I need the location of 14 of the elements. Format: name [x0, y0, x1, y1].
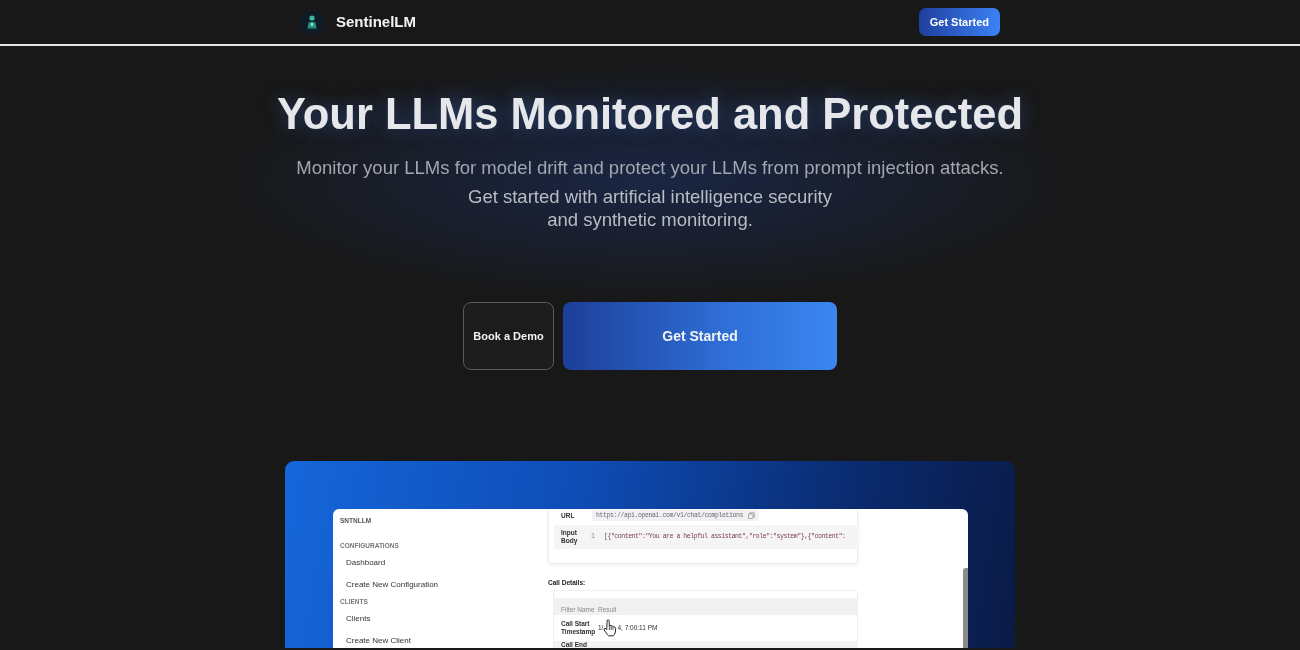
hero-subtitle: Monitor your LLMs for model drift and protect your LLMs from prompt injection attacks. — [295, 156, 1005, 180]
demo-button[interactable]: Book a Demo — [463, 302, 554, 370]
logo-icon — [300, 10, 324, 34]
copy-icon — [748, 512, 756, 519]
sidebar-item: Create New Configuration — [345, 580, 440, 590]
get-started-button[interactable]: Get Started — [563, 302, 837, 370]
hero-tagline: Get started with artificial intelligence security and synthetic monitoring. — [467, 185, 833, 231]
sidebar-item: Dashboard — [345, 558, 387, 568]
brand-name: SentinelLM — [336, 11, 416, 32]
hero-title: Your LLMs Monitored and Protected — [276, 89, 1024, 139]
hand-cursor-icon — [603, 619, 618, 637]
get-started-button[interactable]: Get Started — [918, 8, 1000, 36]
sidebar-item: Create New Client — [345, 636, 412, 646]
sidebar-item: Clients — [345, 614, 372, 624]
